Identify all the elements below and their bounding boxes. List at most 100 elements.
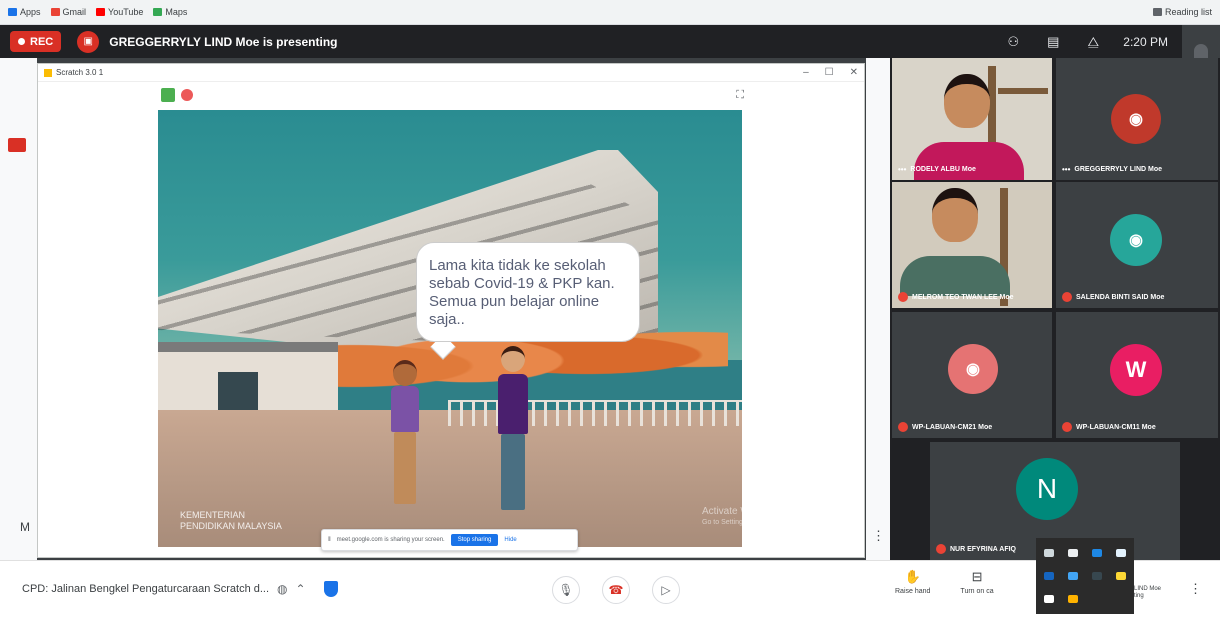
phone-hangup-icon: ☎ (608, 583, 624, 597)
bookmark-gmail[interactable]: Gmail (50, 7, 86, 17)
reading-list-icon (1152, 8, 1162, 16)
participant-avatar: ◉ (948, 344, 998, 394)
apps-icon (8, 8, 17, 16)
participant-tile[interactable]: MELROM TEO TWAN LEE Moe (892, 182, 1052, 308)
mic-off-icon (898, 292, 908, 302)
boy-sprite[interactable] (490, 346, 536, 516)
tray-app-icon[interactable] (1068, 571, 1078, 580)
hide-button[interactable]: Hide (504, 537, 516, 543)
minimize-button[interactable]: – (803, 67, 809, 78)
hand-icon: ✋ (904, 569, 921, 584)
presenter-avatar: ▣ (77, 30, 100, 53)
stop-sharing-button[interactable]: Stop sharing (450, 534, 499, 546)
presentation-stage: M ⋮ Scratch 3.0 1 – ☐ ✕ ⛶ Lama kita tida… (0, 58, 890, 560)
participant-tile[interactable]: ••• RODELY ALBU Moe (892, 58, 1052, 180)
self-view-thumbnail[interactable] (1182, 25, 1220, 58)
participant-tile[interactable]: ◉ ••• GREGGERRYLY LIND Moe (1056, 58, 1218, 180)
fullscreen-icon[interactable]: ⛶ (736, 89, 744, 102)
underlying-page-letter: M (20, 520, 30, 534)
tray-app-icon[interactable] (1044, 595, 1054, 604)
participant-avatar: N (1016, 458, 1078, 520)
gmail-icon (50, 8, 60, 16)
bookmark-youtube[interactable]: YouTube (96, 7, 143, 17)
green-flag-icon[interactable] (161, 88, 175, 102)
scratch-stage[interactable]: Lama kita tidak ke sekolah sebab Covid-1… (158, 110, 742, 547)
captions-button[interactable]: ⊟ Turn on ca (960, 569, 993, 595)
camera-icon: ▷ (661, 583, 671, 597)
close-button[interactable]: ✕ (850, 67, 858, 78)
participant-tile[interactable]: ◉ SALENDA BINTI SAID Moe (1056, 182, 1218, 308)
tray-app-icon[interactable] (1068, 548, 1078, 557)
participant-avatar: W (1110, 344, 1162, 396)
bookmarks-bar: Apps Gmail YouTube Maps Reading list (0, 0, 1220, 25)
secondary-controls: ✋ Raise hand ⊟ Turn on ca (895, 569, 994, 595)
microphone-button[interactable]: 🎙 (552, 576, 580, 604)
raise-hand-button[interactable]: ✋ Raise hand (895, 569, 930, 595)
tray-app-icon[interactable] (1092, 571, 1102, 580)
participant-grid: ••• RODELY ALBU Moe ◉ ••• GREGGERRYLY LI… (890, 58, 1220, 560)
participant-avatar: ◉ (1111, 94, 1161, 144)
call-controls: 🎙 ☎ ▷ (552, 576, 680, 604)
participant-face (932, 188, 978, 242)
shield-icon[interactable] (323, 581, 338, 597)
scratch-favicon-icon (44, 68, 52, 77)
activities-icon[interactable]: ⧋ (1079, 34, 1107, 50)
mic-off-icon (1062, 292, 1072, 302)
participant-tile[interactable]: W WP-LABUAN-CM11 Moe (1056, 312, 1218, 438)
participant-video (892, 182, 1052, 308)
girl-body (391, 386, 419, 432)
tray-app-icon[interactable] (1068, 595, 1078, 604)
boy-body (498, 374, 528, 434)
share-banner-icon: ⦀ (328, 536, 331, 543)
participant-name: NUR EFYRINA AFIQ (936, 544, 1016, 554)
shelf (998, 88, 1048, 94)
recording-badge: REC (10, 31, 62, 52)
chat-icon[interactable]: ▤ (1039, 34, 1067, 50)
bookmark-maps[interactable]: Maps (153, 7, 187, 17)
participant-video (892, 58, 1052, 180)
more-options-icon[interactable]: ⋮ (872, 528, 885, 544)
screen-share-banner: ⦀ meet.google.com is sharing your screen… (321, 529, 578, 551)
mic-off-icon (898, 422, 908, 432)
leave-call-button[interactable]: ☎ (602, 576, 630, 604)
participant-shirt (914, 142, 1024, 180)
girl-sprite[interactable] (383, 360, 427, 510)
youtube-icon (96, 8, 106, 16)
presenting-status: GREGGERRYLY LIND Moe is presenting (109, 34, 338, 49)
tray-app-icon[interactable] (1116, 548, 1126, 557)
people-icon[interactable]: ⚇ (999, 34, 1027, 50)
participant-name: WP-LABUAN-CM11 Moe (1062, 422, 1156, 432)
scratch-player-bar: ⛶ (38, 82, 864, 110)
window-controls: – ☐ ✕ (803, 67, 858, 78)
window-titlebar: Scratch 3.0 1 – ☐ ✕ (38, 64, 864, 82)
meet-top-bar: REC ▣ GREGGERRYLY LIND Moe is presenting… (0, 25, 1220, 58)
participant-name: ••• RODELY ALBU Moe (898, 165, 976, 174)
meeting-time: 2:20 PM (1123, 34, 1168, 49)
bookmark-apps[interactable]: Apps (8, 7, 41, 17)
maximize-button[interactable]: ☐ (825, 67, 834, 78)
participant-name: MELROM TEO TWAN LEE Moe (898, 292, 1014, 302)
system-tray-popup (1036, 538, 1134, 614)
people-pill-icon[interactable]: ◍ (277, 582, 287, 596)
underlying-right-strip: ⋮ (866, 58, 890, 560)
participant-tile[interactable]: ◉ WP-LABUAN-CM21 Moe (892, 312, 1052, 438)
participant-face (944, 74, 990, 128)
tray-app-icon[interactable] (1044, 548, 1054, 557)
participant-name: WP-LABUAN-CM21 Moe (898, 422, 992, 432)
shared-scratch-window: Scratch 3.0 1 – ☐ ✕ ⛶ Lama kita tidak ke… (37, 63, 865, 558)
participant-name: SALENDA BINTI SAID Moe (1062, 292, 1164, 302)
more-options-icon[interactable]: ⋮ (1189, 581, 1202, 597)
camera-button[interactable]: ▷ (652, 576, 680, 604)
stop-sign-icon[interactable] (181, 89, 193, 101)
self-view-person (1194, 44, 1208, 58)
tray-app-icon[interactable] (1116, 571, 1126, 580)
participant-avatar: ◉ (1110, 214, 1162, 266)
mic-icon: 🎙 (558, 583, 574, 597)
presentation-owner[interactable]: LIND Moe ting (1134, 586, 1161, 600)
reading-list[interactable]: Reading list (1152, 7, 1212, 17)
tray-app-icon[interactable] (1092, 548, 1102, 557)
participant-shirt (900, 256, 1010, 296)
meeting-title[interactable]: CPD: Jalinan Bengkel Pengaturcaraan Scra… (22, 583, 269, 595)
chevron-up-icon[interactable]: ⌃ (296, 582, 306, 596)
tray-app-icon[interactable] (1044, 571, 1054, 580)
